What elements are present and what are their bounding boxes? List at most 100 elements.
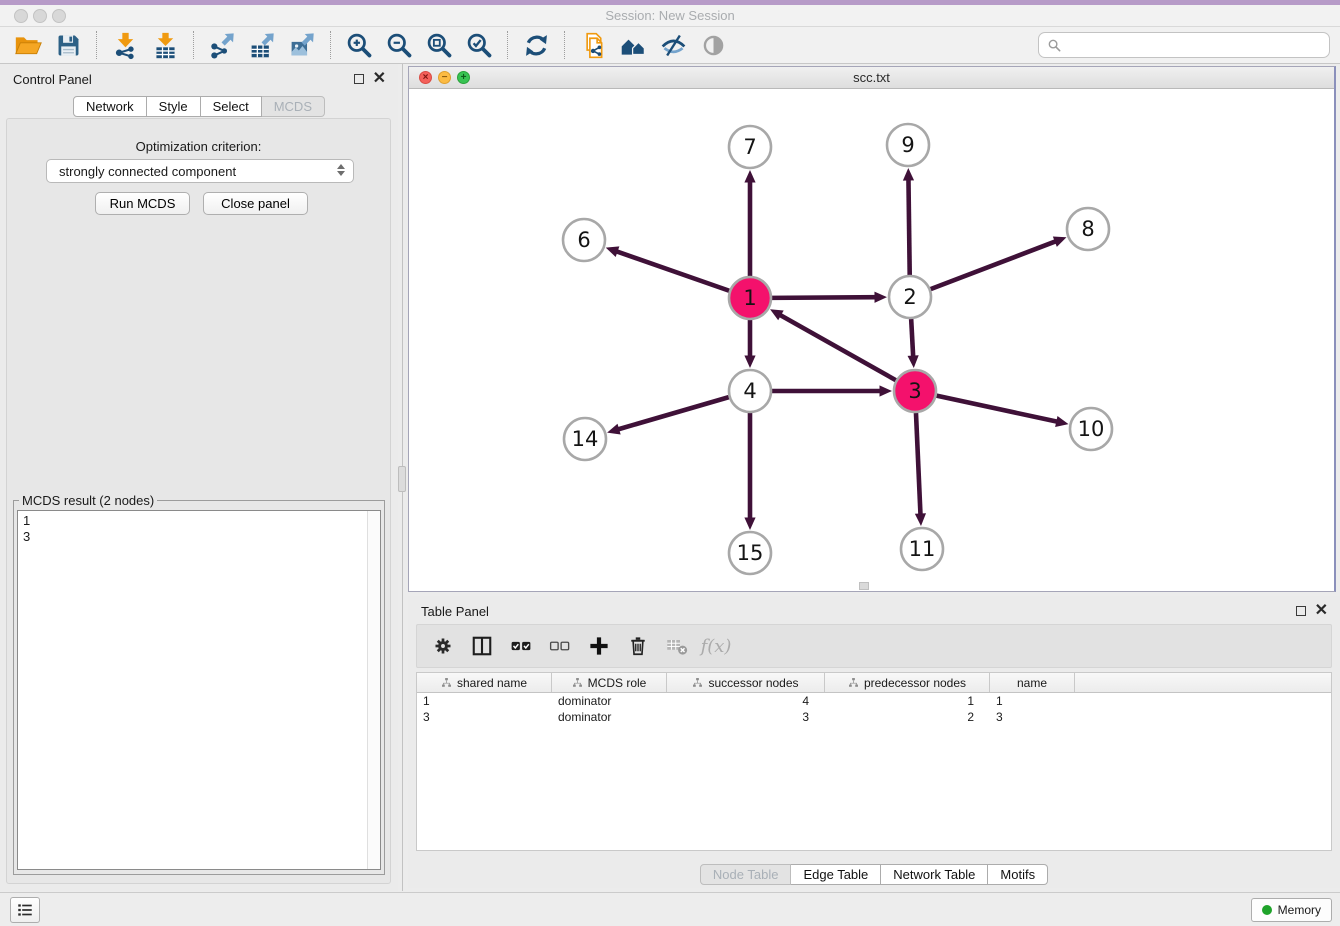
- select-all-columns-icon: [509, 634, 533, 658]
- toggle-panels-button[interactable]: [468, 632, 496, 660]
- hierarchy-icon: [848, 677, 859, 688]
- graph-node-label-6: 6: [577, 228, 590, 252]
- column-header-mcds-role[interactable]: MCDS role: [552, 673, 667, 692]
- table-row[interactable]: 3dominator323: [417, 709, 1331, 725]
- zoom-out-button[interactable]: [381, 29, 417, 61]
- column-header-shared-name[interactable]: shared name: [417, 673, 552, 692]
- panel-splitter-handle[interactable]: [398, 466, 406, 492]
- result-scrollbar[interactable]: [367, 511, 380, 869]
- control-panel-close-button[interactable]: ✕: [373, 73, 386, 84]
- tab-select[interactable]: Select: [201, 96, 262, 117]
- tab-edge-table[interactable]: Edge Table: [791, 864, 881, 885]
- open-session-button[interactable]: [10, 29, 46, 61]
- cell-mcds-role: dominator: [552, 710, 667, 724]
- tab-network-table[interactable]: Network Table: [881, 864, 988, 885]
- tab-mcds[interactable]: MCDS: [262, 96, 325, 117]
- graph-edge-2-3[interactable]: [911, 319, 913, 358]
- add-column-icon: [587, 634, 611, 658]
- tab-network[interactable]: Network: [73, 96, 147, 117]
- tab-motifs[interactable]: Motifs: [988, 864, 1048, 885]
- import-network-icon: [111, 31, 140, 60]
- graph-edge-3-10[interactable]: [937, 396, 1059, 422]
- task-history-button[interactable]: [10, 897, 40, 923]
- mcds-result-area[interactable]: 1 3: [17, 510, 381, 870]
- graph-edge-2-9[interactable]: [908, 178, 909, 275]
- zoom-selected-button[interactable]: [461, 29, 497, 61]
- column-header-label: successor nodes: [708, 676, 798, 690]
- hierarchy-icon: [441, 677, 452, 688]
- cell-mcds-role: dominator: [552, 694, 667, 708]
- table-row[interactable]: 1dominator411: [417, 693, 1331, 709]
- graph-edge-arrow-1-2: [874, 292, 887, 303]
- zoom-fit-button[interactable]: [421, 29, 457, 61]
- network-canvas[interactable]: 7968124314101511: [409, 89, 1334, 591]
- graph-edge-arrow-4-15: [744, 518, 755, 531]
- select-stepper-icon: [337, 164, 345, 176]
- optimization-select[interactable]: strongly connected component: [46, 159, 354, 183]
- network-view-window: × − + scc.txt 7968124314101511: [408, 66, 1336, 592]
- search-input[interactable]: [1066, 33, 1329, 57]
- toolbar-separator: [193, 31, 194, 59]
- zoom-out-icon: [385, 31, 414, 60]
- close-panel-button[interactable]: Close panel: [203, 192, 308, 215]
- export-network-button[interactable]: [204, 29, 240, 61]
- mcds-result-text: 1 3: [18, 511, 380, 547]
- graph-edge-1-2[interactable]: [772, 297, 877, 298]
- table-panel-float-button[interactable]: [1296, 606, 1306, 616]
- import-table-button[interactable]: [147, 29, 183, 61]
- control-panel-tabs: NetworkStyleSelectMCDS: [0, 96, 398, 117]
- graph-node-label-2: 2: [903, 285, 916, 309]
- open-session-icon: [14, 31, 43, 60]
- graph-node-label-15: 15: [737, 541, 764, 565]
- graph-edge-2-8[interactable]: [931, 241, 1057, 289]
- graph-edge-3-1[interactable]: [779, 314, 896, 380]
- table-settings-button[interactable]: [429, 632, 457, 660]
- zoom-in-button[interactable]: [341, 29, 377, 61]
- network-window-title: scc.txt: [409, 70, 1334, 85]
- table-panel-close-button[interactable]: ✕: [1315, 605, 1328, 616]
- function-builder-button[interactable]: f(x): [702, 632, 730, 660]
- export-network-icon: [208, 31, 237, 60]
- column-header-name[interactable]: name: [990, 673, 1075, 692]
- cell-name: 1: [990, 694, 1075, 708]
- column-header-label: predecessor nodes: [864, 676, 966, 690]
- refresh-view-button[interactable]: [518, 29, 554, 61]
- column-header-successor-nodes[interactable]: successor nodes: [667, 673, 825, 692]
- column-header-predecessor-nodes[interactable]: predecessor nodes: [825, 673, 990, 692]
- save-session-button[interactable]: [50, 29, 86, 61]
- graph-edge-1-6[interactable]: [616, 251, 730, 291]
- optimization-criterion-label: Optimization criterion:: [7, 139, 390, 154]
- control-panel-float-button[interactable]: [354, 74, 364, 84]
- graph-edge-3-11[interactable]: [916, 413, 921, 516]
- delete-column-button[interactable]: [624, 632, 652, 660]
- delete-table-button[interactable]: [663, 632, 691, 660]
- delete-column-icon: [626, 634, 650, 658]
- unselect-all-columns-button[interactable]: [546, 632, 574, 660]
- graph-edge-arrow-2-8: [1053, 236, 1067, 246]
- bird-eye-view-button[interactable]: [695, 29, 731, 61]
- duplicate-network-button[interactable]: [575, 29, 611, 61]
- tab-style[interactable]: Style: [147, 96, 201, 117]
- hide-panels-button[interactable]: [655, 29, 691, 61]
- graph-node-label-8: 8: [1081, 217, 1094, 241]
- graph-node-label-1: 1: [743, 286, 756, 310]
- network-window-titlebar: × − + scc.txt: [409, 67, 1334, 89]
- main-toolbar: [0, 27, 1340, 64]
- unselect-all-columns-icon: [548, 634, 572, 658]
- tab-node-table[interactable]: Node Table: [700, 864, 792, 885]
- select-all-columns-button[interactable]: [507, 632, 535, 660]
- export-image-button[interactable]: [284, 29, 320, 61]
- graph-node-label-9: 9: [901, 133, 914, 157]
- search-box: [1038, 32, 1330, 58]
- memory-button[interactable]: Memory: [1251, 898, 1332, 922]
- column-header-label: MCDS role: [588, 676, 647, 690]
- zoom-in-icon: [345, 31, 374, 60]
- export-table-button[interactable]: [244, 29, 280, 61]
- graph-edge-arrow-4-14: [607, 424, 621, 435]
- canvas-resize-handle[interactable]: [859, 582, 869, 590]
- add-column-button[interactable]: [585, 632, 613, 660]
- home-view-button[interactable]: [615, 29, 651, 61]
- run-mcds-button[interactable]: Run MCDS: [95, 192, 190, 215]
- graph-edge-4-14[interactable]: [617, 397, 729, 429]
- import-network-button[interactable]: [107, 29, 143, 61]
